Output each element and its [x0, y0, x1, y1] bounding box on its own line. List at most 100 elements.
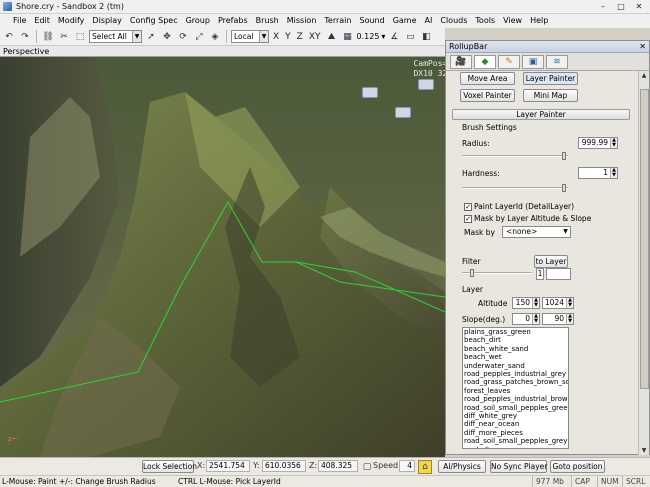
- radius-slider-thumb[interactable]: [562, 152, 566, 160]
- menu-sound[interactable]: Sound: [355, 14, 388, 28]
- rollup-scrollbar[interactable]: ▲ ▼: [638, 71, 649, 455]
- list-item[interactable]: diff_white_grey: [463, 412, 568, 420]
- entity-icon[interactable]: [418, 79, 434, 90]
- radius-slider[interactable]: [462, 152, 568, 160]
- x-coordinate-field[interactable]: 2541.754: [206, 460, 250, 472]
- list-item[interactable]: diff_more_pieces: [463, 429, 568, 437]
- terrain-follow-icon[interactable]: ⌂: [418, 460, 432, 474]
- move-area-button[interactable]: Move Area: [460, 72, 515, 85]
- list-item[interactable]: asphalt: [463, 446, 568, 448]
- maximize-button[interactable]: □: [614, 1, 628, 12]
- grid-size-value[interactable]: 0.125: [357, 32, 380, 41]
- list-item[interactable]: road_grass_patches_brown_soil: [463, 378, 568, 386]
- coord-system-select[interactable]: Local ▼: [231, 30, 269, 43]
- filter-value[interactable]: 1: [536, 268, 544, 280]
- radius-input[interactable]: 999.99 ▲ ▼: [578, 137, 618, 149]
- scrollbar-thumb[interactable]: [640, 89, 649, 389]
- tab-display-icon[interactable]: ▣: [522, 55, 544, 69]
- paint-layerid-checkbox[interactable]: ✓ Paint LayerId (DetailLayer): [464, 202, 574, 211]
- axis-xy-button[interactable]: XY: [307, 32, 323, 42]
- speed-field[interactable]: 4: [399, 460, 415, 472]
- goto-position-button[interactable]: Goto position: [550, 460, 605, 473]
- mask-by-altitude-checkbox[interactable]: ✓ Mask by Layer Altitude & Slope: [464, 214, 591, 223]
- grid-icon[interactable]: ▦: [341, 30, 355, 44]
- material-icon[interactable]: ◧: [419, 30, 433, 44]
- menu-modify[interactable]: Modify: [54, 14, 89, 28]
- menu-edit[interactable]: Edit: [30, 14, 54, 28]
- rotate-icon[interactable]: ⟳: [176, 30, 190, 44]
- viewport-label[interactable]: Perspective: [0, 47, 49, 56]
- list-item[interactable]: beach_dirt: [463, 336, 568, 344]
- menu-help[interactable]: Help: [526, 14, 552, 28]
- list-item[interactable]: underwater_sand: [463, 362, 568, 370]
- menu-view[interactable]: View: [499, 14, 526, 28]
- list-item[interactable]: forest_leaves: [463, 387, 568, 395]
- layer-painter-section-header[interactable]: Layer Painter: [452, 109, 630, 120]
- pointer-icon[interactable]: ➚: [144, 30, 158, 44]
- to-layer-button[interactable]: to Layer: [534, 255, 568, 268]
- z-coordinate-field[interactable]: 408.325: [318, 460, 358, 472]
- list-item[interactable]: road_soil_small_pepples_grey: [463, 437, 568, 445]
- list-item[interactable]: diff_near_ocean: [463, 420, 568, 428]
- voxel-painter-button[interactable]: Voxel Painter: [460, 89, 515, 102]
- hardness-slider-thumb[interactable]: [562, 184, 566, 192]
- no-sync-player-button[interactable]: No Sync Player: [490, 460, 547, 473]
- layer-painter-tool-button[interactable]: Layer Painter: [523, 72, 578, 85]
- undo-icon[interactable]: ↶: [2, 30, 16, 44]
- mask-by-select[interactable]: <none> ▼: [502, 226, 571, 238]
- selection-filter-select[interactable]: Select All ▼: [89, 30, 142, 43]
- altitude-max-input[interactable]: 1024 ▲ ▼: [542, 297, 574, 309]
- list-item[interactable]: road_pepples_industrial_grey: [463, 370, 568, 378]
- scale-icon[interactable]: ⤢: [192, 30, 206, 44]
- snap-icon[interactable]: ◈: [208, 30, 222, 44]
- lock-selection-button[interactable]: Lock Selection: [142, 460, 197, 473]
- hardness-input[interactable]: 1 ▲ ▼: [578, 167, 618, 179]
- menu-brush[interactable]: Brush: [252, 14, 283, 28]
- move-icon[interactable]: ✥: [160, 30, 174, 44]
- scroll-up-icon[interactable]: ▲: [639, 71, 649, 80]
- terrain-snap-icon[interactable]: ⛰: [325, 30, 339, 44]
- entity-icon[interactable]: [395, 107, 411, 118]
- menu-ai[interactable]: AI: [421, 14, 437, 28]
- tab-terrain-icon[interactable]: ◆: [474, 55, 496, 69]
- spinner-icon[interactable]: ▲ ▼: [566, 314, 573, 324]
- menu-mission[interactable]: Mission: [283, 14, 321, 28]
- entity-icon[interactable]: [362, 87, 378, 98]
- menu-game[interactable]: Game: [389, 14, 421, 28]
- menu-group[interactable]: Group: [182, 14, 214, 28]
- menu-tools[interactable]: Tools: [471, 14, 499, 28]
- list-item[interactable]: plains_grass_green: [463, 328, 568, 336]
- menu-prefabs[interactable]: Prefabs: [214, 14, 252, 28]
- y-coordinate-field[interactable]: 610.0356: [262, 460, 306, 472]
- ruler-icon[interactable]: ▭: [403, 30, 417, 44]
- spinner-icon[interactable]: ▲ ▼: [532, 298, 539, 308]
- mini-map-button[interactable]: Mini Map: [523, 89, 578, 102]
- spinner-icon[interactable]: ▲ ▼: [610, 138, 617, 148]
- tab-modelling-icon[interactable]: ✎: [498, 55, 520, 69]
- menu-config-spec[interactable]: Config Spec: [126, 14, 182, 28]
- unlink-icon[interactable]: ✂: [57, 30, 71, 44]
- spinner-icon[interactable]: ▲ ▼: [610, 168, 617, 178]
- perspective-viewport[interactable]: CamPos=2749 677 493 DX10 32bit MedSpec z…: [0, 57, 445, 457]
- filter-slider[interactable]: [462, 269, 532, 277]
- scroll-down-icon[interactable]: ▼: [639, 446, 649, 455]
- list-item[interactable]: beach_white_sand: [463, 345, 568, 353]
- speed-toggle-icon[interactable]: ▢: [360, 460, 374, 474]
- tab-objects-icon[interactable]: 🎥: [450, 55, 472, 69]
- list-item[interactable]: beach_wet: [463, 353, 568, 361]
- menu-clouds[interactable]: Clouds: [436, 14, 471, 28]
- to-layer-field[interactable]: [546, 268, 571, 280]
- spinner-icon[interactable]: ▲ ▼: [532, 314, 539, 324]
- tab-layers-icon[interactable]: ≋: [546, 55, 568, 69]
- axis-x-button[interactable]: X: [271, 32, 281, 42]
- layer-list[interactable]: plains_grass_green beach_dirt beach_whit…: [462, 327, 569, 449]
- slope-max-input[interactable]: 90 ▲ ▼: [542, 313, 574, 325]
- altitude-min-input[interactable]: 150 ▲ ▼: [512, 297, 540, 309]
- select-icon[interactable]: ⬚: [73, 30, 87, 44]
- filter-slider-thumb[interactable]: [470, 269, 474, 277]
- grid-size-dropdown-icon[interactable]: ▾: [381, 32, 385, 41]
- axis-z-button[interactable]: Z: [295, 32, 305, 42]
- checkbox-check-icon[interactable]: ✓: [464, 214, 472, 223]
- menu-display[interactable]: Display: [88, 14, 126, 28]
- close-button[interactable]: ✕: [632, 1, 646, 12]
